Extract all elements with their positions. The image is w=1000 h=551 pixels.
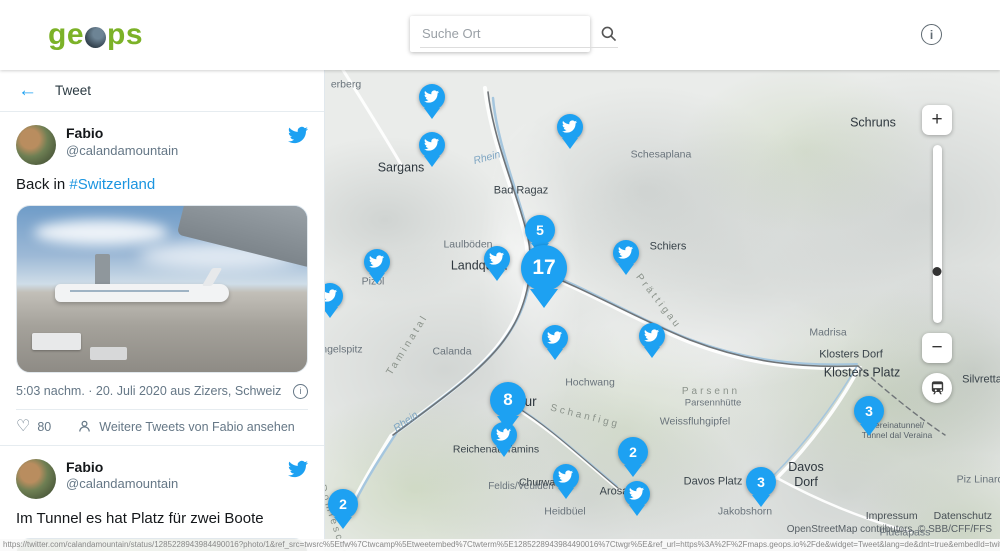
photo-vehicle	[90, 347, 128, 360]
datenschutz-link[interactable]: Datenschutz	[934, 510, 992, 522]
twitter-bird-icon	[489, 251, 504, 266]
twitter-bird-icon	[644, 328, 659, 343]
info-button[interactable]: i	[921, 24, 942, 45]
tweet-pin-marker[interactable]	[364, 249, 390, 275]
photo-vehicle	[32, 333, 81, 350]
map-controls: + −	[920, 105, 954, 403]
tweet-author-handle[interactable]: @calandamountain	[66, 476, 178, 492]
like-count: 80	[37, 420, 51, 434]
train-icon	[929, 380, 946, 397]
tweet-photo[interactable]	[16, 205, 308, 373]
search-box	[410, 16, 590, 52]
twitter-icon[interactable]	[288, 459, 308, 484]
logo-text-ps: ps	[107, 18, 143, 52]
tweet-text: Back in #Switzerland	[16, 175, 308, 195]
geops-logo[interactable]: ge ps	[48, 18, 143, 52]
tweet-pin-marker[interactable]	[419, 132, 445, 158]
map-markers-layer: 5 8 2 2 3 3 17	[325, 70, 1000, 551]
photo-airplane	[55, 284, 229, 302]
zoom-in-button[interactable]: +	[922, 105, 952, 135]
twitter-icon[interactable]	[288, 125, 308, 150]
copyright-text: OpenStreetMap contributors, © SBB/CFF/FF…	[787, 524, 992, 535]
search-icon[interactable]	[600, 25, 618, 43]
twitter-bird-icon	[325, 288, 338, 303]
logo-text-ge: ge	[48, 18, 84, 52]
tweet-pin-marker[interactable]	[419, 84, 445, 110]
tweet-pin-marker[interactable]	[542, 325, 568, 351]
cluster-marker[interactable]: 3	[746, 467, 776, 497]
panel-title: Tweet	[55, 83, 91, 98]
tweet-card: Fabio @calandamountain Back in #Switzerl…	[0, 112, 324, 446]
tweet-pin-marker[interactable]	[613, 240, 639, 266]
twitter-bird-icon	[369, 254, 384, 269]
more-tweets-label: Weitere Tweets von Fabio ansehen	[99, 420, 295, 434]
search-input[interactable]	[420, 25, 600, 42]
tweet-author-name[interactable]: Fabio	[66, 125, 178, 143]
tweet-pin-marker[interactable]	[325, 283, 343, 309]
impressum-link[interactable]: Impressum	[866, 510, 918, 522]
info-icon: i	[930, 28, 933, 42]
person-icon	[77, 419, 92, 434]
panel-header: ← Tweet	[0, 70, 324, 112]
tweet-author-handle[interactable]: @calandamountain	[66, 143, 178, 159]
zoom-slider-handle[interactable]	[933, 267, 942, 276]
twitter-bird-icon	[547, 330, 562, 345]
twitter-bird-icon	[618, 245, 633, 260]
zoom-slider[interactable]	[933, 145, 942, 323]
tweet-author-name[interactable]: Fabio	[66, 459, 178, 477]
app-header: ge ps i	[0, 0, 1000, 70]
twitter-bird-icon	[629, 486, 644, 501]
zoom-out-button[interactable]: −	[922, 333, 952, 363]
more-tweets-link[interactable]: Weitere Tweets von Fabio ansehen	[77, 419, 295, 434]
tweet-text: Im Tunnel es hat Platz für zwei Boote	[16, 509, 308, 529]
logo-globe-icon	[85, 27, 106, 48]
twitter-bird-icon	[424, 89, 439, 104]
tweet-card: Fabio @calandamountain Im Tunnel es hat …	[0, 446, 324, 551]
cluster-marker[interactable]: 2	[618, 437, 648, 467]
cluster-marker[interactable]: 2	[328, 489, 358, 519]
photo-tower	[95, 254, 110, 286]
tweet-timestamp: 5:03 nachm. · 20. Juli 2020 aus Zizers, …	[16, 384, 281, 398]
tweet-text-prefix: Back in	[16, 176, 69, 193]
back-button[interactable]: ←	[18, 81, 37, 100]
heart-icon: ♡	[16, 419, 30, 435]
cluster-marker[interactable]: 3	[854, 396, 884, 426]
map-attribution: Impressum Datenschutz OpenStreetMap cont…	[787, 510, 992, 535]
train-layer-button[interactable]	[922, 373, 952, 403]
tweet-pin-marker[interactable]	[484, 246, 510, 272]
tweet-pin-marker[interactable]	[639, 323, 665, 349]
twitter-bird-icon	[424, 137, 439, 152]
avatar[interactable]	[16, 459, 56, 499]
cluster-marker[interactable]: 5	[525, 215, 555, 245]
hashtag-link[interactable]: #Switzerland	[69, 176, 155, 193]
tweet-pin-marker[interactable]	[624, 481, 650, 507]
tweet-pin-marker[interactable]	[557, 114, 583, 140]
tweet-panel: ← Tweet Fabio @calandamountain Back in #…	[0, 70, 325, 551]
photo-cloud	[34, 220, 167, 245]
map[interactable]: erbergSchrunsSchesaplanaRheinSargansBad …	[325, 70, 1000, 551]
cluster-marker[interactable]: 17	[521, 245, 567, 291]
tweet-info-icon[interactable]: i	[293, 384, 308, 399]
cluster-marker[interactable]: 8	[490, 382, 526, 418]
link-preview-statusbar: https://twitter.com/calandamountain/stat…	[0, 539, 1000, 551]
tweet-pin-marker[interactable]	[553, 464, 579, 490]
twitter-bird-icon	[558, 469, 573, 484]
like-button[interactable]: ♡ 80	[16, 419, 51, 435]
avatar[interactable]	[16, 125, 56, 165]
twitter-bird-icon	[562, 119, 577, 134]
